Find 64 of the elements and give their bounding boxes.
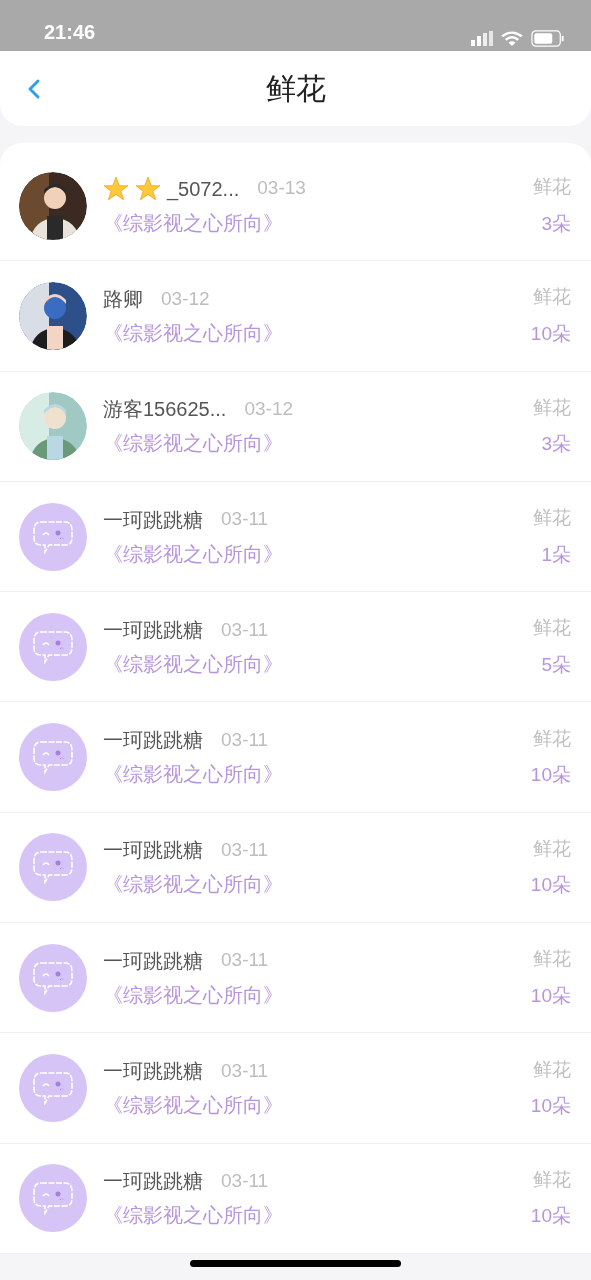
date-text: 03-11 xyxy=(221,617,269,642)
page-title: 鲜花 xyxy=(265,71,326,107)
date-text: 03-11 xyxy=(221,507,269,532)
chat-bubble-icon xyxy=(33,1071,73,1105)
date-text: 03-12 xyxy=(244,397,294,421)
gift-label: 鲜花 xyxy=(533,1167,571,1192)
chat-bubble-icon xyxy=(33,1181,73,1216)
flower-count: 10朵 xyxy=(530,763,571,788)
gift-label: 鲜花 xyxy=(533,285,571,310)
date-text: 03-13 xyxy=(257,176,306,201)
signal-icon xyxy=(471,30,493,47)
date-text: 03-12 xyxy=(161,286,210,311)
book-title: 《综影视之心所向》 xyxy=(103,1093,284,1118)
status-time: 21:46 xyxy=(44,20,96,45)
flower-count: 1朵 xyxy=(541,542,571,567)
chat-bubble-icon xyxy=(33,850,73,885)
flower-count: 10朵 xyxy=(530,983,571,1008)
user-name: 一珂跳跳糖 xyxy=(103,948,203,974)
battery-icon xyxy=(531,30,565,47)
gift-label: 鲜花 xyxy=(533,175,571,200)
date-text: 03-11 xyxy=(221,727,269,752)
book-title: 《综影视之心所向》 xyxy=(103,651,284,677)
gift-label: 鲜花 xyxy=(533,1057,571,1082)
book-title: 《综影视之心所向》 xyxy=(103,762,284,788)
chat-bubble-icon xyxy=(33,960,73,995)
flower-count: 10朵 xyxy=(530,321,571,346)
user-name: 一珂跳跳糖 xyxy=(103,617,203,643)
date-text: 03-11 xyxy=(221,948,269,973)
chat-bubble-icon xyxy=(33,629,73,664)
flower-count: 10朵 xyxy=(530,1204,571,1229)
user-name: 路卿 xyxy=(103,286,143,312)
user-name: 一珂跳跳糖 xyxy=(103,507,203,533)
user-name: 一珂跳跳糖 xyxy=(103,838,203,864)
user-name: 一珂跳跳糖 xyxy=(103,1169,203,1195)
date-text: 03-11 xyxy=(221,838,269,863)
chat-bubble-icon xyxy=(33,740,73,775)
gift-label: 鲜花 xyxy=(533,506,571,531)
user-name: _5072... xyxy=(167,176,240,203)
star-icon xyxy=(103,175,129,202)
gift-label: 鲜花 xyxy=(533,726,571,751)
gift-label: 鲜花 xyxy=(533,395,571,420)
book-title: 《综影视之心所向》 xyxy=(103,541,284,567)
date-text: 03-11 xyxy=(221,1169,269,1194)
book-title: 《综影视之心所向》 xyxy=(103,872,284,898)
flower-count: 10朵 xyxy=(530,873,571,898)
gift-label: 鲜花 xyxy=(533,947,571,972)
book-title: 《综影视之心所向》 xyxy=(103,210,284,236)
user-name: 一珂跳跳糖 xyxy=(103,728,203,754)
flower-count: 10朵 xyxy=(530,1094,571,1118)
user-name: 游客156625... xyxy=(103,397,227,423)
gift-label: 鲜花 xyxy=(533,836,571,861)
flower-count: 5朵 xyxy=(541,652,571,677)
star-icon xyxy=(135,175,161,202)
flower-count: 3朵 xyxy=(541,211,571,236)
book-title: 《综影视之心所向》 xyxy=(103,1203,284,1229)
book-title: 《综影视之心所向》 xyxy=(103,431,284,457)
chat-bubble-icon xyxy=(33,519,73,554)
date-text: 03-11 xyxy=(221,1058,269,1083)
gift-label: 鲜花 xyxy=(533,616,571,641)
flower-count: 3朵 xyxy=(541,432,571,457)
book-title: 《综影视之心所向》 xyxy=(103,982,284,1008)
book-title: 《综影视之心所向》 xyxy=(103,320,284,346)
wifi-icon xyxy=(501,30,523,47)
user-name: 一珂跳跳糖 xyxy=(103,1059,203,1084)
